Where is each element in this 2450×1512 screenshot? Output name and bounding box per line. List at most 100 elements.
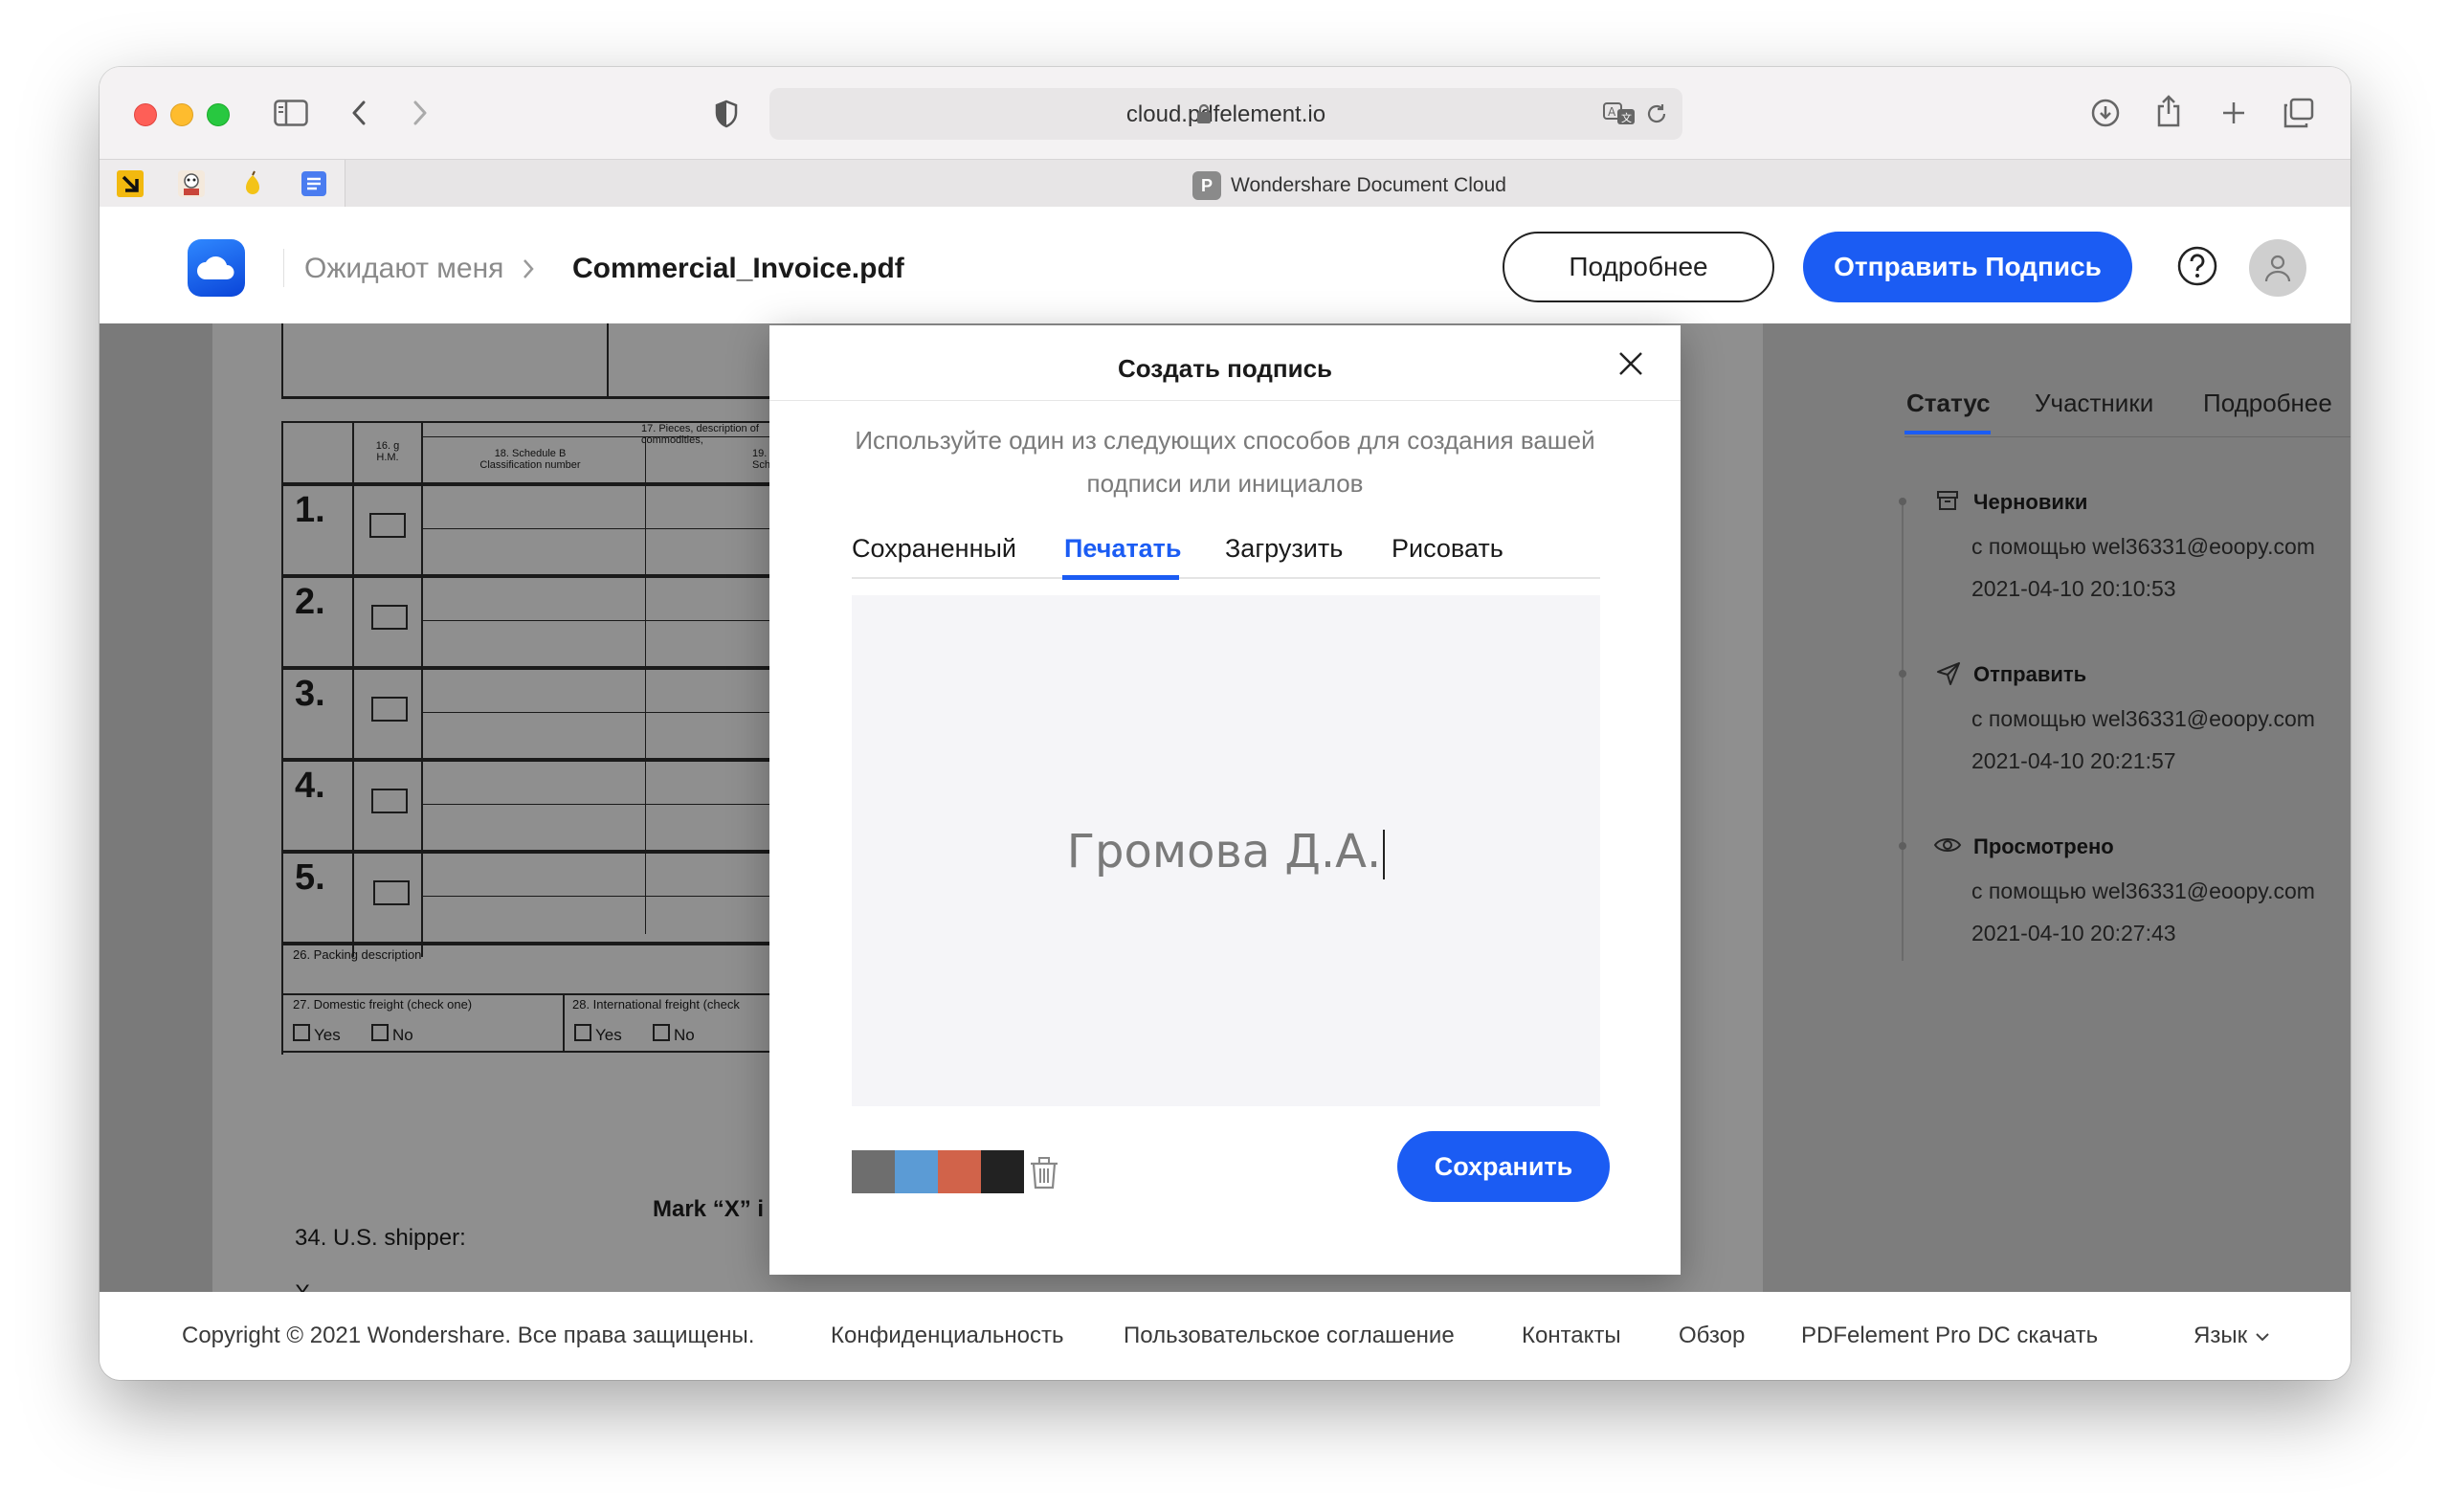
- shield-icon[interactable]: [712, 98, 741, 130]
- dialog-title: Создать подпись: [1117, 354, 1333, 383]
- breadcrumb-waiting[interactable]: Ожидают меня: [304, 253, 503, 285]
- browser-toolbar: cloud.pdfelement.io A文: [100, 67, 2350, 159]
- pinned-tab-docs[interactable]: [283, 160, 345, 208]
- help-icon[interactable]: [2176, 245, 2218, 292]
- event-by-viewed: с помощью wel36331@eoopy.com: [1971, 878, 2315, 903]
- pinned-tab-arrow[interactable]: [100, 160, 162, 208]
- details-button[interactable]: Подробнее: [1503, 232, 1774, 302]
- page-footer: Copyright © 2021 Wondershare. Все права …: [100, 1292, 2350, 1380]
- footer-link-contacts[interactable]: Контакты: [1522, 1323, 1621, 1349]
- row-label-1: 1.: [295, 490, 325, 530]
- tabs-baseline: [852, 577, 1600, 579]
- forward-icon[interactable]: [406, 96, 434, 130]
- timeline-dot: [1899, 670, 1906, 678]
- minimize-window-button[interactable]: [170, 103, 193, 126]
- event-time-viewed: 2021-04-10 20:27:43: [1971, 921, 2176, 945]
- hm-checkbox-5[interactable]: [373, 880, 410, 905]
- translate-icon[interactable]: A文: [1602, 100, 1637, 128]
- row-label-3: 3.: [295, 674, 325, 714]
- sidebar-toggle-icon[interactable]: [272, 96, 310, 130]
- breadcrumb-current-file: Commercial_Invoice.pdf: [572, 253, 904, 284]
- timeline-dot: [1899, 842, 1906, 850]
- event-title-send: Отправить: [1973, 662, 2087, 686]
- event-time-drafts: 2021-04-10 20:10:53: [1971, 576, 2176, 601]
- language-label: Язык: [2194, 1323, 2248, 1348]
- close-icon[interactable]: [1612, 345, 1650, 383]
- footer-link-privacy[interactable]: Конфиденциальность: [831, 1323, 1063, 1349]
- send-icon: [1935, 660, 1962, 692]
- doc-shipper-label: 34. U.S. shipper:: [295, 1225, 466, 1251]
- doc-packing-label: 26. Packing description: [293, 947, 422, 962]
- hm-checkbox-1[interactable]: [369, 513, 406, 538]
- tab-favicon: P: [1192, 171, 1221, 200]
- create-signature-dialog: Создать подпись Используйте один из след…: [769, 325, 1681, 1275]
- chevron-down-icon: [2255, 1323, 2270, 1349]
- address-bar[interactable]: cloud.pdfelement.io A文: [769, 88, 1682, 140]
- signature-text-line: Громова Д.А.: [852, 825, 1600, 879]
- international-yes-checkbox[interactable]: [574, 1024, 591, 1041]
- signature-input-area[interactable]: Громова Д.А.: [852, 595, 1600, 1106]
- back-icon[interactable]: [345, 96, 373, 130]
- international-no-label: No: [674, 1026, 695, 1044]
- color-swatch-blue[interactable]: [895, 1150, 938, 1193]
- reload-icon[interactable]: [1642, 100, 1671, 128]
- dialog-divider: [769, 400, 1681, 401]
- new-tab-icon[interactable]: [2215, 94, 2253, 132]
- hm-checkbox-4[interactable]: [371, 789, 408, 813]
- archive-icon: [1935, 488, 1960, 518]
- pdf-form-page: 17. Pieces, description of commodities, …: [281, 323, 819, 1055]
- international-yes-label: Yes: [595, 1026, 622, 1044]
- zoom-window-button[interactable]: [207, 103, 230, 126]
- language-selector[interactable]: Язык: [2194, 1323, 2270, 1349]
- trash-icon[interactable]: [1028, 1156, 1060, 1195]
- color-swatch-gray[interactable]: [852, 1150, 895, 1193]
- dialog-description: Используйте один из следующих способов д…: [855, 426, 1595, 498]
- domestic-yes-checkbox[interactable]: [293, 1024, 310, 1041]
- send-signature-button[interactable]: Отправить Подпись: [1803, 232, 2132, 302]
- footer-link-download[interactable]: PDFelement Pro DC скачать: [1801, 1323, 2098, 1349]
- footer-link-overview[interactable]: Обзор: [1679, 1323, 1745, 1349]
- row-label-4: 4.: [295, 766, 325, 806]
- tab-overview-icon[interactable]: [2280, 94, 2318, 132]
- cloud-logo-icon[interactable]: [188, 239, 245, 297]
- tab-draw[interactable]: Рисовать: [1392, 534, 1503, 564]
- doc-international-label: 28. International freight (check: [572, 997, 740, 1012]
- tab-status[interactable]: Статус: [1906, 389, 1991, 418]
- event-by-drafts: с помощью wel36331@eoopy.com: [1971, 534, 2315, 559]
- chevron-right-icon: [521, 256, 536, 286]
- timeline-line: [1902, 501, 1904, 961]
- signature-text: Громова Д.А.: [1066, 825, 1382, 878]
- save-button[interactable]: Сохранить: [1397, 1131, 1610, 1202]
- doc-domestic-label: 27. Domestic freight (check one): [293, 997, 473, 1012]
- downloads-icon[interactable]: [2086, 94, 2125, 132]
- active-tab[interactable]: P Wondershare Document Cloud: [1192, 171, 1506, 200]
- doc-header-18: 18. Schedule B Classification number: [479, 448, 581, 471]
- row-label-5: 5.: [295, 857, 325, 898]
- svg-text:A: A: [1608, 105, 1616, 119]
- tab-upload[interactable]: Загрузить: [1225, 534, 1343, 564]
- footer-link-terms[interactable]: Пользовательское соглашение: [1124, 1323, 1455, 1349]
- header-divider: [283, 249, 284, 287]
- avatar[interactable]: [2249, 239, 2306, 297]
- domestic-no-label: No: [392, 1026, 413, 1044]
- domestic-no-checkbox[interactable]: [371, 1024, 389, 1041]
- domestic-yes-label: Yes: [314, 1026, 341, 1044]
- international-no-checkbox[interactable]: [653, 1024, 670, 1041]
- color-swatch-black[interactable]: [981, 1150, 1024, 1193]
- close-window-button[interactable]: [134, 103, 157, 126]
- svg-text:文: 文: [1621, 111, 1632, 124]
- pinned-tab-pear[interactable]: [222, 160, 284, 208]
- row-label-2: 2.: [295, 582, 325, 622]
- tab-saved[interactable]: Сохраненный: [852, 534, 1016, 564]
- hm-checkbox-3[interactable]: [371, 697, 408, 722]
- tab-type[interactable]: Печатать: [1064, 534, 1182, 564]
- share-icon[interactable]: [2149, 92, 2188, 130]
- tab-participants[interactable]: Участники: [2035, 389, 2153, 418]
- url-text: cloud.pdfelement.io: [1125, 101, 1326, 127]
- color-swatch-red[interactable]: [938, 1150, 981, 1193]
- hm-checkbox-2[interactable]: [371, 605, 408, 630]
- tab-details[interactable]: Подробнее: [2203, 389, 2332, 418]
- eye-icon: [1933, 834, 1962, 860]
- event-by-send: с помощью wel36331@eoopy.com: [1971, 706, 2315, 731]
- pinned-tab-cartoon[interactable]: [161, 160, 223, 208]
